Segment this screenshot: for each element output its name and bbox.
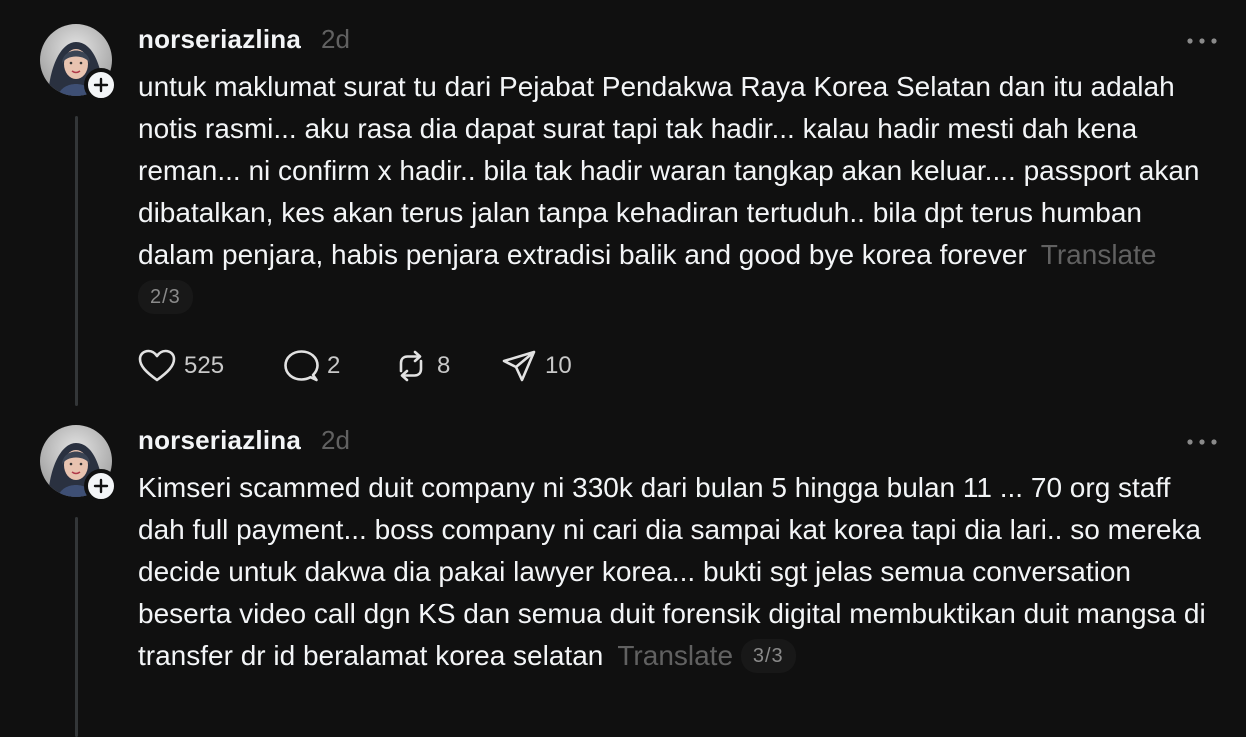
follow-button[interactable] [84,68,118,102]
more-icon[interactable] [1186,36,1218,46]
repost-count: 8 [437,352,451,379]
thread-counter: 3/3 [740,639,796,673]
repost-button[interactable]: 8 [393,349,501,383]
like-count: 525 [184,352,225,379]
translate-link[interactable]: Translate [1041,239,1157,270]
reply-count: 2 [327,352,341,379]
avatar-container[interactable] [40,425,118,503]
post-text-container: Kimseri scammed duit company ni 330k dar… [138,467,1218,677]
thread-line [75,116,78,406]
share-count: 10 [545,352,572,379]
thread-counter: 2/3 [138,280,193,314]
thread-post: norseriazlina 2d Kimseri scammed duit co… [0,425,1246,737]
more-icon[interactable] [1186,437,1218,447]
timestamp[interactable]: 2d [321,425,350,456]
post-header: norseriazlina 2d [138,425,350,457]
follow-button[interactable] [84,469,118,503]
like-button[interactable]: 525 [138,349,283,383]
share-icon [502,350,536,382]
comment-icon [284,350,319,382]
post-text-container: untuk maklumat surat tu dari Pejabat Pen… [138,66,1218,318]
username[interactable]: norseriazlina [138,425,301,456]
avatar-container[interactable] [40,24,118,102]
reply-button[interactable]: 2 [283,349,393,383]
thread-line [75,517,78,737]
repost-icon [399,350,423,382]
username[interactable]: norseriazlina [138,24,301,55]
timestamp[interactable]: 2d [321,24,350,55]
post-header: norseriazlina 2d [138,24,350,56]
heart-icon [138,349,176,382]
plus-icon [93,77,109,93]
thread-post: norseriazlina 2d untuk maklumat surat tu… [0,24,1246,424]
action-bar: 525 2 8 10 [138,349,601,383]
plus-icon [93,478,109,494]
translate-link[interactable]: Translate [617,640,733,671]
share-button[interactable]: 10 [501,349,601,383]
